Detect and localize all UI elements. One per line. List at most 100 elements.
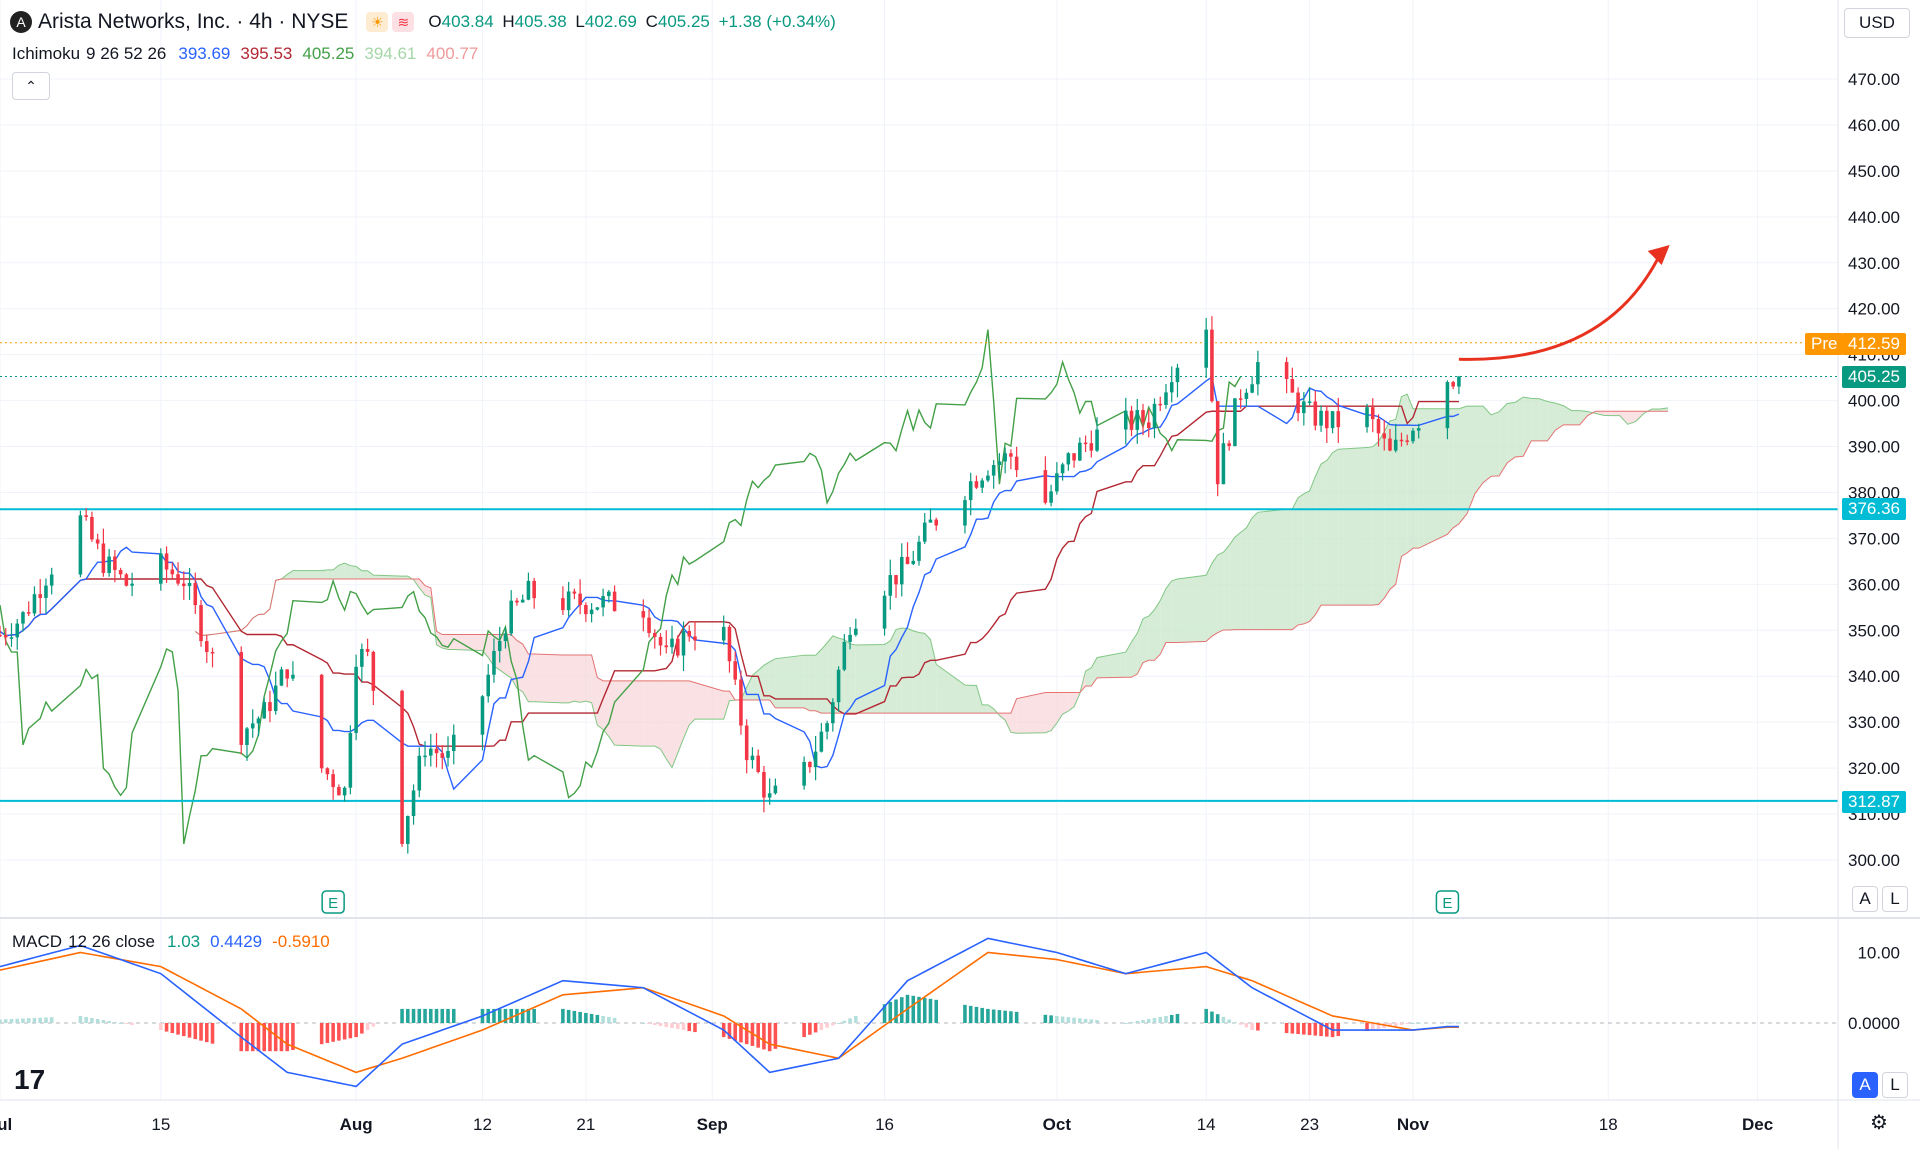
candle-body	[1043, 470, 1048, 503]
cloud-segment	[1378, 431, 1385, 605]
cloud-segment	[287, 570, 293, 580]
auto-scale-button[interactable]: A	[1852, 886, 1878, 912]
macd-histogram-bar	[446, 1008, 450, 1023]
cloud-segment	[1474, 406, 1484, 494]
candle-body	[1089, 443, 1094, 451]
macd-histogram-bar	[1302, 1023, 1306, 1035]
support-level-tag[interactable]: 312.87	[1842, 791, 1906, 813]
cloud-segment	[1223, 545, 1230, 630]
candle-body	[1055, 473, 1059, 492]
candle-body	[1141, 410, 1145, 423]
candle-body	[675, 638, 680, 656]
candle-body	[997, 461, 1002, 466]
waves-icon[interactable]: ≋	[392, 12, 415, 32]
cloud-segment	[574, 654, 581, 703]
chart-canvas[interactable]: 300.00310.00320.00330.00340.00350.00360.…	[0, 0, 1920, 1149]
candle-body	[239, 652, 244, 745]
macd-histogram-bar	[762, 1023, 766, 1050]
ohlc-l-label: L	[575, 12, 585, 31]
tradingview-logo-icon[interactable]: 17	[14, 1064, 45, 1096]
candle-body	[1388, 438, 1392, 451]
cloud-segment	[964, 685, 971, 714]
candle-body	[773, 785, 778, 794]
ichimoku-legend[interactable]: Ichimoku 9 26 52 26 393.69 395.53 405.25…	[12, 44, 478, 64]
candle-body	[664, 645, 669, 648]
collapse-legend-button[interactable]: ⌃	[12, 72, 50, 100]
sun-icon[interactable]: ☀	[366, 12, 389, 32]
x-tick-label: 23	[1300, 1115, 1319, 1134]
cloud-segment	[1010, 698, 1017, 734]
candle-body	[532, 580, 536, 599]
macd-histogram-bar	[3, 1019, 8, 1023]
ichimoku-conversion-value: 393.69	[178, 44, 231, 63]
cloud-segment	[580, 654, 586, 703]
candle-body	[1319, 410, 1323, 426]
candle-body	[342, 787, 347, 796]
macd-histogram-bar	[607, 1016, 611, 1023]
macd-histogram-bar	[664, 1023, 669, 1028]
macd-auto-scale-button[interactable]: A	[1852, 1072, 1878, 1098]
cloud-segment	[1171, 578, 1178, 643]
macd-histogram-bar	[1296, 1023, 1300, 1035]
cloud-segment	[1321, 460, 1327, 606]
candle-body	[365, 648, 370, 652]
ichimoku-label: Ichimoku	[12, 44, 81, 63]
candle-body	[693, 636, 697, 641]
candle-body	[411, 790, 416, 817]
candle-body	[854, 628, 858, 635]
macd-histogram-bar	[1244, 1023, 1249, 1028]
candle-body	[1256, 362, 1260, 385]
macd-histogram-bar	[894, 999, 898, 1023]
pre-market-tag: Pre	[1805, 333, 1844, 355]
macd-legend[interactable]: MACD 12 26 close 1.03 0.4429 -0.5910	[12, 932, 330, 952]
macd-histogram-bar	[566, 1009, 571, 1023]
currency-selector[interactable]: USD	[1844, 8, 1910, 38]
cloud-segment	[1483, 406, 1492, 483]
log-scale-button[interactable]: L	[1882, 886, 1908, 912]
macd-histogram-bar	[1238, 1023, 1243, 1025]
chart-header: A Arista Networks, Inc. · 4h · NYSE ☀ ≋ …	[10, 10, 836, 34]
candle-body	[1393, 439, 1398, 451]
macd-histogram-bar	[509, 1008, 513, 1023]
candle-body	[285, 669, 289, 679]
candle-body	[744, 725, 749, 761]
macd-histogram-bar	[78, 1015, 83, 1023]
macd-histogram-bar	[813, 1023, 818, 1033]
candle-body	[1123, 410, 1128, 430]
macd-histogram-bar	[693, 1023, 697, 1033]
candle-body	[1451, 382, 1455, 387]
macd-pane	[0, 937, 1838, 1088]
macd-histogram-bar	[1411, 1023, 1415, 1024]
macd-histogram-bar	[808, 1023, 812, 1035]
candle-body	[9, 637, 14, 639]
cloud-segment	[666, 680, 673, 768]
cloud-segment	[361, 570, 368, 580]
candle-body	[124, 574, 129, 586]
candle-body	[1457, 376, 1461, 387]
macd-histogram-bar	[26, 1018, 31, 1023]
resistance-level-tag[interactable]: 376.36	[1842, 498, 1906, 520]
cloud-segment	[1531, 398, 1540, 441]
cloud-segment	[453, 634, 483, 651]
candle-body	[38, 594, 42, 598]
candle-body	[497, 641, 502, 651]
macd-histogram-bar	[595, 1014, 600, 1023]
cloud-segment	[1571, 410, 1580, 425]
macd-histogram-bar	[325, 1023, 330, 1043]
macd-histogram-bar	[1416, 1022, 1421, 1024]
ohlc-change: +1.38 (+0.34%)	[718, 12, 836, 31]
candle-body	[1445, 382, 1450, 429]
symbol-title[interactable]: Arista Networks, Inc. · 4h · NYSE	[38, 10, 348, 34]
macd-histogram-bar	[411, 1008, 416, 1023]
x-tick-label: 12	[473, 1115, 492, 1134]
candle-body	[842, 641, 847, 670]
settings-gear-icon[interactable]: ⚙	[1870, 1110, 1888, 1135]
cloud-segment	[694, 682, 724, 720]
x-tick-label: 14	[1197, 1115, 1216, 1134]
macd-histogram-bar	[1089, 1019, 1094, 1023]
cloud-segment	[1246, 517, 1253, 630]
macd-log-scale-button[interactable]: L	[1882, 1072, 1908, 1098]
macd-histogram-bar	[365, 1023, 370, 1031]
candle-body	[245, 728, 249, 745]
cloud-segment	[1177, 575, 1207, 643]
